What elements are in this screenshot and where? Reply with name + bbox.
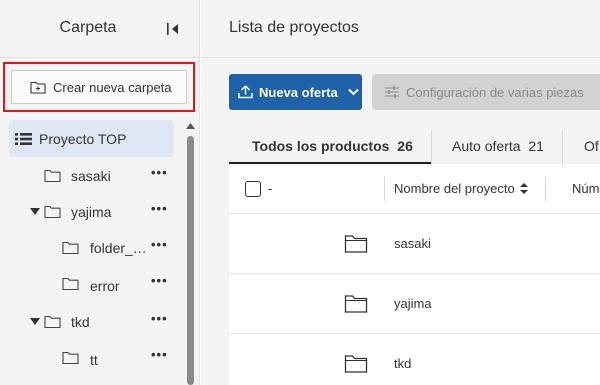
more-options-icon[interactable]: ••• [151, 274, 171, 291]
folder-icon [62, 277, 79, 291]
project-table: - Nombre del proyecto Núm sasaki yajima … [229, 164, 600, 385]
tree-item-label: folder_… [90, 240, 147, 256]
product-tabs: Todos los productos 26 Auto oferta 21 Of [229, 128, 600, 164]
tab-count: 26 [397, 138, 413, 154]
tree-root-label: Proyecto TOP [39, 130, 127, 147]
new-offer-button[interactable]: Nueva oferta [229, 74, 362, 110]
folder-sidebar: Carpeta Crear nueva carpeta Proyecto TOP [0, 0, 200, 385]
tree-item-label: sasaki [71, 168, 111, 184]
table-row[interactable]: yajima [229, 274, 600, 334]
folder-icon [344, 295, 368, 313]
column-header-number[interactable]: Núm [572, 181, 599, 196]
tree-root-item[interactable]: Proyecto TOP [9, 120, 174, 157]
new-folder-button[interactable]: Crear nueva carpeta [11, 70, 187, 104]
page-title: Lista de proyectos [229, 19, 359, 36]
sidebar-title: Carpeta [59, 19, 117, 36]
caret-down-icon[interactable] [30, 318, 40, 326]
more-options-icon[interactable]: ••• [151, 166, 171, 183]
column-label: Nombre del proyecto [394, 181, 515, 196]
table-row[interactable]: sasaki [229, 214, 600, 274]
folder-icon [62, 351, 79, 365]
scroll-up-icon[interactable] [186, 122, 195, 130]
collapse-sidebar-icon[interactable] [166, 21, 180, 37]
row-project-name: yajima [394, 296, 432, 311]
tab-label: Of [584, 138, 599, 154]
folder-tree: Proyecto TOP sasaki ••• yajima ••• folde… [0, 118, 185, 385]
more-options-icon[interactable]: ••• [151, 202, 171, 219]
select-all-checkbox[interactable] [245, 181, 261, 197]
folder-icon [44, 169, 61, 183]
tree-item-label: error [90, 278, 120, 294]
tree-item-tkd[interactable]: tkd ••• [0, 304, 185, 340]
table-row[interactable]: tkd [229, 334, 600, 385]
tree-item-error[interactable]: error ••• [0, 266, 185, 302]
tab-label: Todos los productos [252, 138, 390, 154]
column-header-project-name[interactable]: Nombre del proyecto [394, 181, 528, 196]
sliders-icon [385, 86, 399, 98]
table-header: - Nombre del proyecto Núm [229, 164, 600, 214]
list-icon [15, 132, 32, 145]
row-project-name: tkd [394, 356, 412, 371]
main-header: Lista de proyectos [201, 0, 600, 58]
tab-all-products[interactable]: Todos los productos 26 [229, 128, 431, 164]
scroll-thumb[interactable] [187, 136, 194, 385]
row-project-name: sasaki [394, 236, 431, 251]
new-offer-label: Nueva oferta [259, 84, 338, 100]
folder-icon [344, 235, 368, 253]
multi-part-config-button[interactable]: Configuración de varias piezas [372, 74, 600, 110]
multi-part-config-label: Configuración de varias piezas [406, 84, 584, 100]
tree-item-sasaki[interactable]: sasaki ••• [0, 158, 185, 194]
more-options-icon[interactable]: ••• [151, 348, 171, 365]
folder-icon [44, 315, 61, 329]
sidebar-scrollbar[interactable] [185, 122, 196, 385]
tree-item-label: yajima [71, 204, 112, 220]
sort-icon[interactable] [519, 183, 528, 194]
chevron-down-icon [348, 88, 359, 96]
tree-item-label: tkd [71, 314, 90, 330]
column-divider [384, 177, 385, 201]
tree-item-yajima[interactable]: yajima ••• [0, 194, 185, 230]
folder-icon [344, 355, 368, 373]
tree-item-label: tt [90, 352, 98, 368]
sidebar-header: Carpeta [0, 0, 200, 58]
folder-icon [62, 241, 79, 255]
folder-plus-icon [30, 81, 46, 94]
main-panel: Lista de proyectos Nueva oferta Configur… [201, 0, 600, 385]
column-divider [545, 177, 546, 201]
tab-count: 21 [528, 138, 544, 154]
more-options-icon[interactable]: ••• [151, 312, 171, 329]
caret-down-icon[interactable] [30, 208, 40, 216]
tree-item-tt[interactable]: tt ••• [0, 340, 185, 376]
more-options-icon[interactable]: ••• [151, 238, 171, 255]
new-folder-label: Crear nueva carpeta [53, 79, 172, 95]
tree-item-folder[interactable]: folder_… ••• [0, 230, 185, 266]
tab-offers[interactable]: Of [563, 128, 600, 164]
folder-icon [44, 205, 61, 219]
tab-label: Auto oferta [452, 138, 521, 154]
tab-auto-offer[interactable]: Auto oferta 21 [432, 128, 562, 164]
upload-icon [238, 85, 253, 99]
select-label: - [268, 181, 273, 196]
